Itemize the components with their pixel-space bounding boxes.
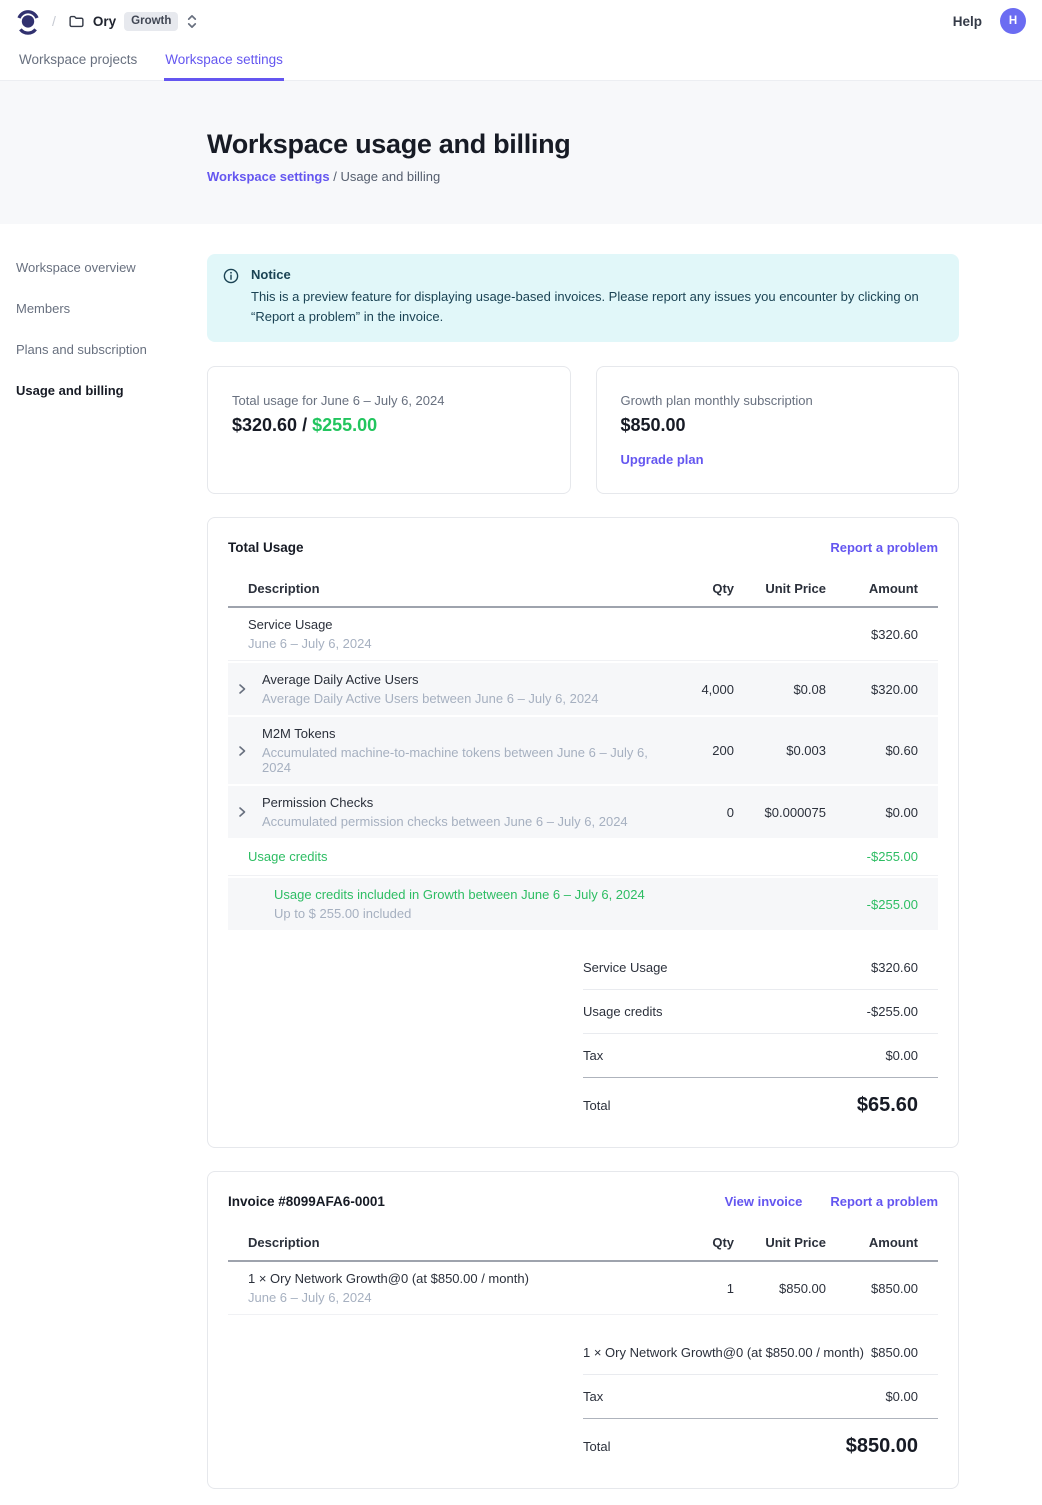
sidebar-item-members[interactable]: Members bbox=[16, 301, 207, 342]
usage-credit-limit: $255.00 bbox=[312, 415, 377, 435]
usage-panel: Total Usage Report a problem Description… bbox=[207, 517, 959, 1148]
subscription-label: Growth plan monthly subscription bbox=[621, 393, 935, 408]
chevron-updown-icon bbox=[186, 14, 198, 29]
tab-workspace-settings[interactable]: Workspace settings bbox=[164, 42, 284, 81]
breadcrumb-separator: / bbox=[52, 13, 56, 29]
ory-logo-icon[interactable] bbox=[16, 8, 40, 35]
workspace-name: Ory bbox=[93, 14, 116, 29]
subscription-value: $850.00 bbox=[621, 415, 935, 436]
user-avatar[interactable]: H bbox=[1000, 8, 1026, 34]
usage-panel-title: Total Usage bbox=[228, 540, 304, 555]
settings-sidenav: Workspace overview Members Plans and sub… bbox=[0, 224, 207, 424]
workspace-switcher[interactable]: Ory Growth bbox=[68, 12, 199, 31]
total-usage-value: $320.60 / $255.00 bbox=[232, 415, 546, 436]
table-row-expandable[interactable]: Average Daily Active Users Average Daily… bbox=[228, 663, 938, 715]
table-row-expandable[interactable]: Permission Checks Accumulated permission… bbox=[228, 786, 938, 838]
invoice-title: Invoice #8099AFA6-0001 bbox=[228, 1194, 385, 1209]
workspace-tabs: Workspace projects Workspace settings bbox=[0, 42, 1042, 81]
total-usage-label: Total usage for June 6 – July 6, 2024 bbox=[232, 393, 546, 408]
table-row: Service Usage June 6 – July 6, 2024 $320… bbox=[228, 608, 938, 661]
chevron-right-icon[interactable] bbox=[236, 683, 262, 695]
view-invoice-link[interactable]: View invoice bbox=[725, 1194, 803, 1209]
help-link[interactable]: Help bbox=[953, 14, 982, 29]
sidebar-item-workspace-overview[interactable]: Workspace overview bbox=[16, 260, 207, 301]
chevron-right-icon[interactable] bbox=[236, 745, 262, 757]
page-title: Workspace usage and billing bbox=[207, 129, 1042, 160]
table-row: 1 × Ory Network Growth@0 (at $850.00 / m… bbox=[228, 1262, 938, 1315]
folder-icon bbox=[68, 13, 85, 30]
total-usage-card: Total usage for June 6 – July 6, 2024 $3… bbox=[207, 366, 571, 494]
report-problem-link[interactable]: Report a problem bbox=[830, 540, 938, 555]
notice-body: This is a preview feature for displaying… bbox=[251, 287, 943, 327]
invoice-panel: Invoice #8099AFA6-0001 View invoice Repo… bbox=[207, 1171, 959, 1489]
breadcrumb: Workspace settings / Usage and billing bbox=[207, 169, 1042, 184]
page-header: Workspace usage and billing Workspace se… bbox=[0, 81, 1042, 224]
breadcrumb-settings-link[interactable]: Workspace settings bbox=[207, 169, 330, 184]
chevron-right-icon[interactable] bbox=[236, 806, 262, 818]
row-period: June 6 – July 6, 2024 bbox=[248, 1290, 529, 1305]
usage-grand-total: Total $65.60 bbox=[583, 1078, 938, 1121]
usage-credits-detail-row: Usage credits included in Growth between… bbox=[228, 878, 938, 930]
invoice-totals: 1 × Ory Network Growth@0 (at $850.00 / m… bbox=[583, 1331, 938, 1462]
subscription-card: Growth plan monthly subscription $850.00… bbox=[596, 366, 960, 494]
sidebar-item-plans-subscription[interactable]: Plans and subscription bbox=[16, 342, 207, 383]
invoice-grand-total: Total $850.00 bbox=[583, 1419, 938, 1462]
preview-notice: Notice This is a preview feature for dis… bbox=[207, 254, 959, 342]
row-period: June 6 – July 6, 2024 bbox=[248, 636, 372, 651]
info-icon bbox=[223, 267, 239, 327]
usage-table-header: Description Qty Unit Price Amount bbox=[228, 569, 938, 608]
plan-badge: Growth bbox=[124, 12, 178, 31]
invoice-table-header: Description Qty Unit Price Amount bbox=[228, 1223, 938, 1262]
sidebar-item-usage-billing[interactable]: Usage and billing bbox=[16, 383, 207, 424]
usage-totals: Service Usage $320.60 Usage credits -$25… bbox=[583, 946, 938, 1121]
report-problem-link[interactable]: Report a problem bbox=[830, 1194, 938, 1209]
upgrade-plan-link[interactable]: Upgrade plan bbox=[621, 452, 704, 467]
table-row-expandable[interactable]: M2M Tokens Accumulated machine-to-machin… bbox=[228, 717, 938, 784]
usage-credits-row: Usage credits -$255.00 bbox=[228, 838, 938, 876]
breadcrumb-current: Usage and billing bbox=[340, 169, 440, 184]
top-bar: / Ory Growth Help H bbox=[0, 0, 1042, 42]
tab-workspace-projects[interactable]: Workspace projects bbox=[18, 42, 138, 81]
notice-title: Notice bbox=[251, 267, 943, 282]
breadcrumb-sep: / bbox=[330, 169, 341, 184]
